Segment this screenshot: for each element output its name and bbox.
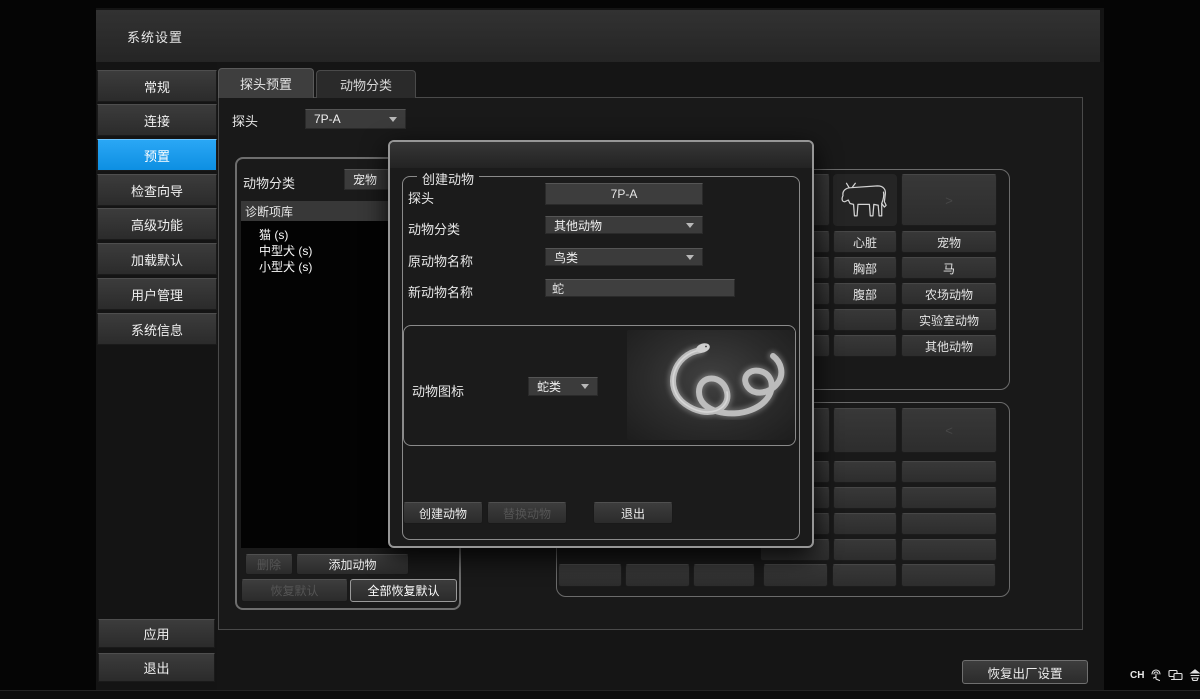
- preset-tile-empty[interactable]: [833, 408, 897, 453]
- chevron-down-icon: [686, 255, 694, 260]
- factory-reset-button[interactable]: 恢复出厂设置: [962, 660, 1088, 684]
- chevron-down-icon: [686, 223, 694, 228]
- preset-button-empty[interactable]: [833, 309, 897, 331]
- dialog-category-value: 其他动物: [554, 217, 602, 234]
- dialog-probe-label: 探头: [408, 188, 434, 207]
- prev-page-button[interactable]: <: [901, 408, 997, 453]
- tab-probe-preset[interactable]: 探头预置: [218, 68, 314, 98]
- dialog-category-select[interactable]: 其他动物: [545, 216, 703, 234]
- preset-button-empty[interactable]: [833, 487, 897, 509]
- category-button-pet[interactable]: 宠物: [901, 231, 997, 253]
- exit-button[interactable]: 退出: [98, 653, 215, 682]
- preset-button-empty[interactable]: [901, 513, 997, 535]
- dialog-exit-button[interactable]: 退出: [593, 502, 673, 524]
- status-tray: CH: [1130, 667, 1200, 683]
- animal-icon-label: 动物图标: [412, 381, 464, 400]
- probe-label: 探头: [232, 111, 258, 130]
- category-button-horse[interactable]: 马: [901, 257, 997, 279]
- category-button-other[interactable]: 其他动物: [901, 335, 997, 357]
- probe-select-value: 7P-A: [314, 112, 341, 126]
- sidebar-item-sys-info[interactable]: 系统信息: [97, 313, 217, 345]
- replace-animal-button[interactable]: 替换动物: [487, 502, 567, 524]
- new-animal-name-input[interactable]: 蛇: [545, 279, 735, 297]
- sidebar-item-load-default[interactable]: 加载默认: [97, 243, 217, 275]
- create-animal-button[interactable]: 创建动物: [403, 502, 483, 524]
- preset-button-empty[interactable]: [901, 487, 997, 509]
- page-title: 系统设置: [127, 27, 183, 46]
- dialog-new-name-label: 新动物名称: [408, 282, 473, 301]
- chevron-left-icon: <: [945, 423, 953, 438]
- tab-animal-category[interactable]: 动物分类: [316, 70, 416, 98]
- dialog-orig-name-value: 鸟类: [554, 249, 578, 266]
- sidebar-item-exam-wizard[interactable]: 检查向导: [97, 174, 217, 206]
- add-animal-button[interactable]: 添加动物: [296, 554, 409, 575]
- category-button-lab[interactable]: 实验室动物: [901, 309, 997, 331]
- preset-button-empty[interactable]: [833, 335, 897, 357]
- preset-button-chest[interactable]: 胸部: [833, 257, 897, 279]
- eject-icon: [1188, 668, 1200, 682]
- dialog-probe-value: 7P-A: [545, 183, 703, 205]
- dialog-titlebar[interactable]: [390, 142, 812, 168]
- preset-button-empty[interactable]: [901, 461, 997, 483]
- dialog-group-title: 创建动物: [417, 169, 479, 188]
- chevron-down-icon: [389, 117, 397, 122]
- preset-button-heart[interactable]: 心脏: [833, 231, 897, 253]
- animal-icon-value: 蛇类: [537, 378, 561, 395]
- preset-button-empty[interactable]: [763, 564, 828, 587]
- preset-button-empty[interactable]: [558, 564, 622, 587]
- channel-indicator: CH: [1130, 670, 1144, 681]
- animal-category-label: 动物分类: [243, 173, 295, 192]
- delete-animal-button[interactable]: 删除: [245, 554, 293, 575]
- sidebar-item-general[interactable]: 常规: [97, 70, 217, 102]
- sidebar-item-user-mgmt[interactable]: 用户管理: [97, 278, 217, 310]
- preset-button-abdomen[interactable]: 腹部: [833, 283, 897, 305]
- restore-all-default-button[interactable]: 全部恢复默认: [350, 579, 457, 602]
- next-page-button[interactable]: >: [901, 174, 997, 226]
- preset-button-empty[interactable]: [832, 564, 897, 587]
- category-button-farm[interactable]: 农场动物: [901, 283, 997, 305]
- preset-button-empty[interactable]: [693, 564, 755, 587]
- cow-icon: [836, 178, 894, 222]
- animal-icon-select[interactable]: 蛇类: [528, 377, 598, 396]
- snake-icon: [627, 330, 795, 440]
- sidebar-item-advanced[interactable]: 高级功能: [97, 208, 217, 240]
- preset-button-empty[interactable]: [625, 564, 690, 587]
- preset-button-empty[interactable]: [833, 513, 897, 535]
- chevron-right-icon: >: [945, 193, 953, 208]
- preset-button-empty[interactable]: [833, 539, 897, 561]
- dialog-orig-name-label: 原动物名称: [408, 251, 473, 270]
- animal-preview-panel: [627, 330, 795, 440]
- touch-screen-icon: [1149, 668, 1163, 682]
- window-titlebar: 系统设置: [96, 10, 1100, 62]
- dual-display-icon: [1168, 668, 1183, 682]
- chevron-down-icon: [581, 384, 589, 389]
- category-preview-tile[interactable]: [833, 174, 897, 226]
- sidebar-item-preset[interactable]: 预置: [97, 139, 217, 171]
- animal-category-value: 宠物: [353, 171, 377, 188]
- preset-button-empty[interactable]: [901, 564, 996, 587]
- preset-button-empty[interactable]: [901, 539, 997, 561]
- sidebar-item-connect[interactable]: 连接: [97, 104, 217, 136]
- preset-button-empty[interactable]: [833, 461, 897, 483]
- restore-default-button[interactable]: 恢复默认: [241, 579, 348, 602]
- dialog-orig-name-select[interactable]: 鸟类: [545, 248, 703, 266]
- dialog-category-label: 动物分类: [408, 219, 460, 238]
- probe-select[interactable]: 7P-A: [305, 109, 406, 129]
- bottom-edge: [0, 690, 1200, 699]
- create-animal-dialog: 创建动物 探头 7P-A 动物分类 其他动物 原动物名称 鸟类 新动物名称 蛇 …: [388, 140, 814, 548]
- apply-button[interactable]: 应用: [98, 619, 215, 648]
